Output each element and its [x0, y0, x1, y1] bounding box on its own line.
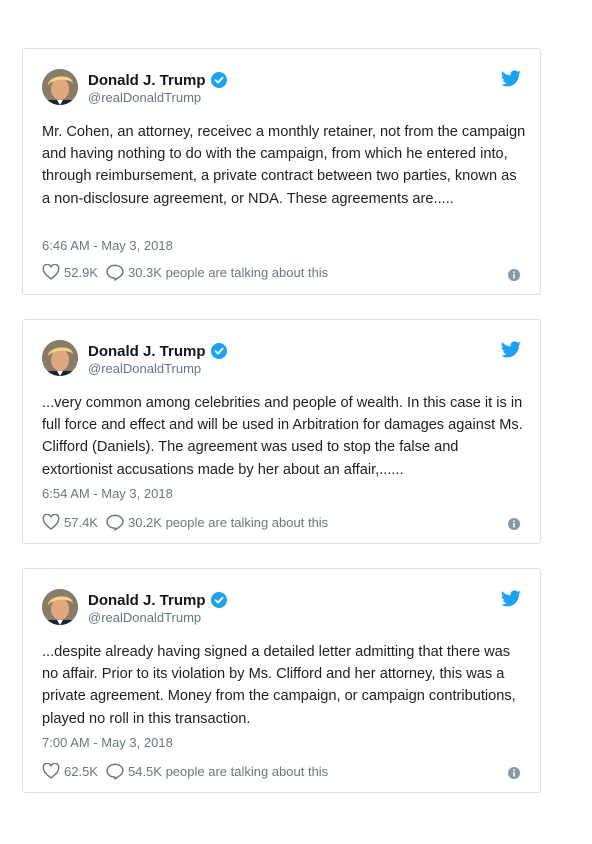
author-name[interactable]: Donald J. Trump [88, 343, 206, 360]
talking-link[interactable]: 30.3K people are talking about this [106, 264, 328, 281]
tweet-text: ...very common among celebrities and peo… [42, 395, 523, 478]
info-icon[interactable] [508, 518, 520, 530]
author-handle[interactable]: @realDonaldTrump [88, 610, 201, 625]
author-handle[interactable]: @realDonaldTrump [88, 90, 201, 105]
author-name[interactable]: Donald J. Trump [88, 592, 206, 609]
verified-badge-icon [210, 592, 227, 608]
avatar[interactable] [42, 69, 78, 105]
talking-link[interactable]: 30.2K people are talking about this [106, 514, 328, 531]
avatar[interactable] [42, 589, 78, 625]
info-icon[interactable] [508, 767, 520, 779]
heart-icon [42, 514, 60, 530]
twitter-bird-icon[interactable] [501, 341, 521, 358]
twitter-bird-icon[interactable] [501, 70, 521, 87]
tweet-text: ...despite already having signed a detai… [42, 644, 516, 727]
heart-icon [42, 763, 60, 779]
speech-bubble-icon [106, 514, 124, 531]
tweet-card[interactable]: Donald J. Trump @realDonaldTrump Mr. Coh… [22, 48, 541, 295]
tweet-timestamp[interactable]: 6:46 AM - May 3, 2018 [42, 238, 173, 253]
tweet-text: Mr. Cohen, an attorney, receivec a month… [42, 124, 526, 207]
verified-badge-icon [210, 343, 227, 359]
tweet-timestamp[interactable]: 6:54 AM - May 3, 2018 [42, 486, 173, 501]
tweet-card[interactable]: Donald J. Trump @realDonaldTrump ...desp… [22, 568, 541, 793]
speech-bubble-icon [106, 264, 124, 281]
verified-badge-icon [210, 72, 227, 88]
twitter-bird-icon[interactable] [501, 590, 521, 607]
author-name[interactable]: Donald J. Trump [88, 72, 206, 89]
talking-link[interactable]: 54.5K people are talking about this [106, 763, 328, 780]
like-count: 62.5K [64, 763, 98, 779]
heart-icon [42, 264, 60, 280]
like-button[interactable]: 52.9K [42, 264, 98, 280]
author-handle[interactable]: @realDonaldTrump [88, 361, 201, 376]
speech-bubble-icon [106, 763, 124, 780]
tweet-timestamp[interactable]: 7:00 AM - May 3, 2018 [42, 735, 173, 750]
like-button[interactable]: 57.4K [42, 514, 98, 530]
info-icon[interactable] [508, 269, 520, 281]
like-count: 52.9K [64, 264, 98, 280]
like-count: 57.4K [64, 514, 98, 530]
tweet-card[interactable]: Donald J. Trump @realDonaldTrump ...very… [22, 319, 541, 544]
talking-count: 54.5K people are talking about this [127, 763, 329, 779]
talking-count: 30.3K people are talking about this [127, 264, 329, 280]
like-button[interactable]: 62.5K [42, 763, 98, 779]
talking-count: 30.2K people are talking about this [127, 514, 329, 530]
avatar[interactable] [42, 340, 78, 376]
